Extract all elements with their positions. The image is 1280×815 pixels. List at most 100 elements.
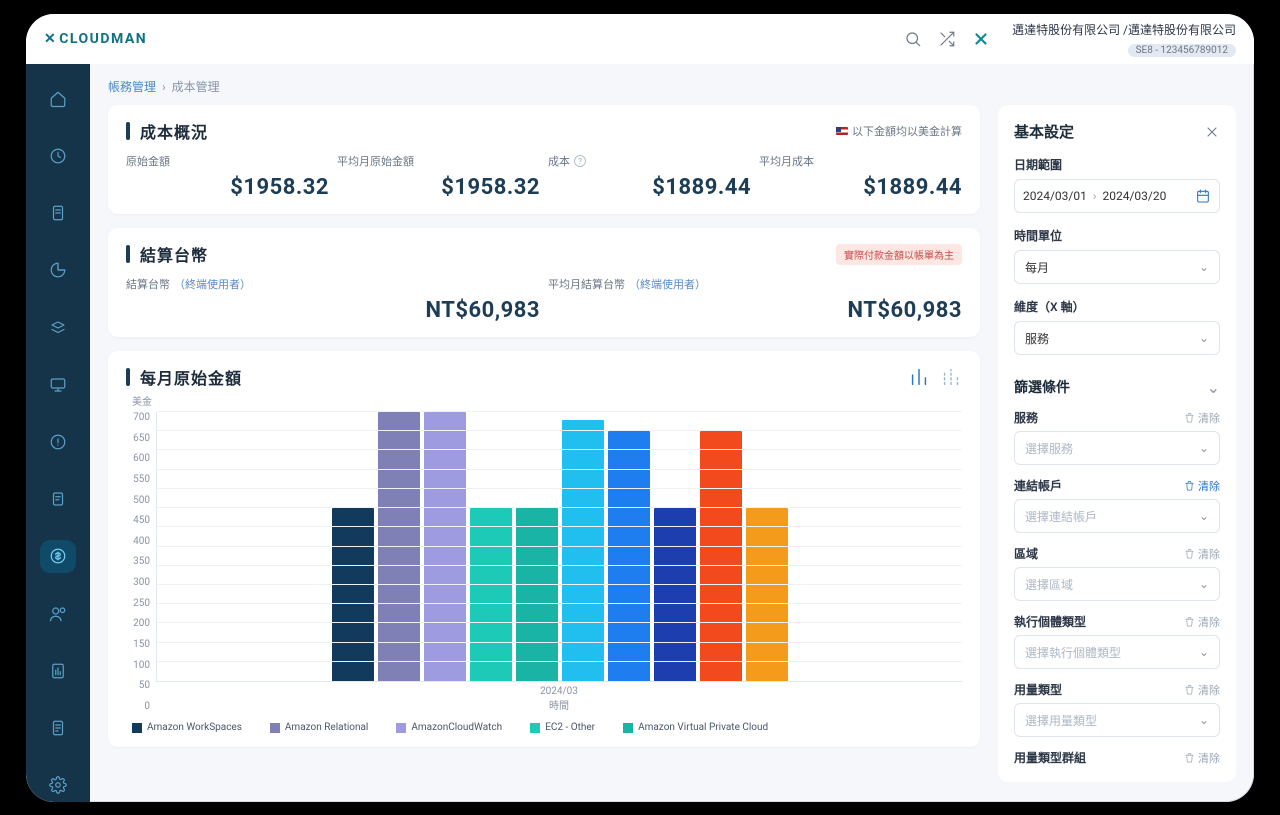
metric-label: 成本 ? — [548, 153, 751, 169]
breadcrumb: 帳務管理 › 成本管理 — [108, 78, 1236, 95]
card-title: 成本概況 — [140, 119, 208, 143]
sidebar-layers[interactable] — [40, 311, 76, 344]
filter-placeholder: 選擇執行個體類型 — [1025, 644, 1121, 661]
metric: 結算台幣（終端使用者）NT$60,983 — [126, 276, 540, 323]
clear-filter[interactable]: 清除 — [1184, 614, 1220, 630]
x-axis-label: 時間 — [156, 697, 962, 712]
sidebar-report[interactable] — [40, 654, 76, 687]
filter-name: 區域 — [1014, 545, 1038, 562]
filter-name: 服務 — [1014, 409, 1038, 426]
legend-item[interactable]: AmazonCloudWatch — [396, 722, 502, 733]
legend-label: Amazon WorkSpaces — [147, 722, 242, 733]
sidebar-alert[interactable] — [40, 425, 76, 458]
chevron-right-icon: › — [1093, 189, 1097, 203]
clear-filter[interactable]: 清除 — [1184, 478, 1220, 494]
account-name: 邁達特股份有限公司 /邁達特股份有限公司 — [1012, 21, 1236, 38]
metric-value: NT$60,983 — [126, 298, 540, 323]
search-icon[interactable] — [902, 28, 924, 50]
chevron-down-icon: ⌄ — [1199, 713, 1209, 727]
filter-placeholder: 選擇連結帳戶 — [1025, 508, 1097, 525]
chart-bar[interactable] — [332, 508, 374, 681]
calendar-icon — [1195, 188, 1211, 204]
legend-item[interactable]: EC2 - Other — [530, 722, 595, 733]
sidebar-monitor[interactable] — [40, 368, 76, 401]
clear-filter[interactable]: 清除 — [1184, 410, 1220, 426]
breadcrumb-current: 成本管理 — [172, 78, 220, 95]
card-title: 每月原始金額 — [140, 365, 242, 389]
filter-placeholder: 選擇服務 — [1025, 440, 1073, 457]
metric-value: $1889.44 — [548, 175, 751, 200]
account-block[interactable]: 邁達特股份有限公司 /邁達特股份有限公司 SE8 - 123456789012 — [1012, 21, 1236, 57]
chevron-down-icon[interactable]: ⌄ — [1207, 378, 1220, 397]
metric-label: 平均月原始金額 — [337, 153, 540, 169]
chart-plot — [156, 412, 962, 682]
sidebar-users[interactable] — [40, 597, 76, 630]
metric-label: 平均月成本 — [759, 153, 962, 169]
usd-note: 以下金額均以美金計算 — [836, 123, 962, 139]
sidebar — [26, 64, 90, 802]
panel-title: 基本設定 — [1014, 121, 1074, 142]
y-axis: 7006506005505004504003503002502001501005… — [126, 412, 156, 712]
chevron-down-icon: ⌄ — [1199, 260, 1209, 274]
help-icon[interactable]: ? — [574, 155, 586, 167]
legend-label: AmazonCloudWatch — [411, 722, 502, 733]
card-title: 結算台幣 — [140, 242, 208, 266]
chart-bar[interactable] — [470, 508, 512, 681]
logo-mark: ✕ — [44, 31, 57, 47]
settings-panel: 基本設定 日期範圍 2024/03/01 › 2024/03/20 — [998, 105, 1236, 782]
chart-bar[interactable] — [516, 508, 558, 681]
sidebar-dashboard[interactable] — [40, 139, 76, 172]
sidebar-doc[interactable] — [40, 712, 76, 745]
brand-icon[interactable] — [970, 28, 992, 50]
x-category: 2024/03 — [156, 686, 962, 697]
chart-type-stacked[interactable] — [940, 366, 962, 388]
metric-label: 原始金額 — [126, 153, 329, 169]
filter-select[interactable]: 選擇執行個體類型⌄ — [1014, 635, 1220, 669]
time-unit-select[interactable]: 每月 ⌄ — [1014, 250, 1220, 284]
sidebar-cost[interactable] — [40, 540, 76, 573]
sidebar-settings[interactable] — [40, 769, 76, 802]
clear-filter[interactable]: 清除 — [1184, 750, 1220, 766]
filter-name: 用量類型群組 — [1014, 749, 1086, 766]
legend-item[interactable]: Amazon Virtual Private Cloud — [623, 722, 768, 733]
metric: 平均月原始金額 $1958.32 — [337, 153, 540, 200]
twd-card: 結算台幣 實際付款金額以帳單為主 結算台幣（終端使用者）NT$60,983平均月… — [108, 228, 980, 337]
chart-bar[interactable] — [746, 508, 788, 681]
chevron-down-icon: ⌄ — [1199, 331, 1209, 345]
sidebar-home[interactable] — [40, 82, 76, 115]
legend-item[interactable]: Amazon Relational — [270, 722, 368, 733]
filter-select[interactable]: 選擇用量類型 ⌄ — [1014, 703, 1220, 737]
sidebar-pie[interactable] — [40, 254, 76, 287]
logo-text: CLOUDMAN — [59, 31, 147, 47]
filter-select[interactable]: 選擇服務⌄ — [1014, 431, 1220, 465]
date-from: 2024/03/01 — [1023, 189, 1087, 203]
time-unit-label: 時間單位 — [1014, 227, 1220, 244]
title-accent — [126, 368, 130, 386]
filter-select[interactable]: 選擇區域⌄ — [1014, 567, 1220, 601]
chart-type-bar[interactable] — [908, 366, 930, 388]
filter-placeholder: 選擇用量類型 — [1025, 712, 1097, 729]
date-range-input[interactable]: 2024/03/01 › 2024/03/20 — [1014, 179, 1220, 213]
filter-name: 連結帳戶 — [1014, 477, 1062, 494]
legend-swatch — [270, 723, 280, 733]
clear-filter[interactable]: 清除 — [1184, 682, 1220, 698]
dimension-select[interactable]: 服務 ⌄ — [1014, 321, 1220, 355]
metric-value: $1889.44 — [759, 175, 962, 200]
filter-select[interactable]: 選擇連結帳戶⌄ — [1014, 499, 1220, 533]
close-icon[interactable] — [1204, 124, 1220, 140]
breadcrumb-parent[interactable]: 帳務管理 — [108, 78, 156, 95]
date-to: 2024/03/20 — [1102, 189, 1166, 203]
shuffle-icon[interactable] — [936, 28, 958, 50]
filter-name: 用量類型 — [1014, 681, 1062, 698]
bill-note: 實際付款金額以帳單為主 — [836, 244, 962, 265]
sidebar-file[interactable] — [40, 196, 76, 229]
logo: ✕ CLOUDMAN — [44, 31, 147, 47]
metric-value: $1958.32 — [337, 175, 540, 200]
sidebar-clipboard[interactable] — [40, 483, 76, 516]
metric: 成本 ? $1889.44 — [548, 153, 751, 200]
legend-item[interactable]: Amazon WorkSpaces — [132, 722, 242, 733]
clear-filter[interactable]: 清除 — [1184, 546, 1220, 562]
chart-bar[interactable] — [654, 508, 696, 681]
title-accent — [126, 245, 130, 263]
filter-section-title: 篩選條件 — [1014, 377, 1070, 397]
